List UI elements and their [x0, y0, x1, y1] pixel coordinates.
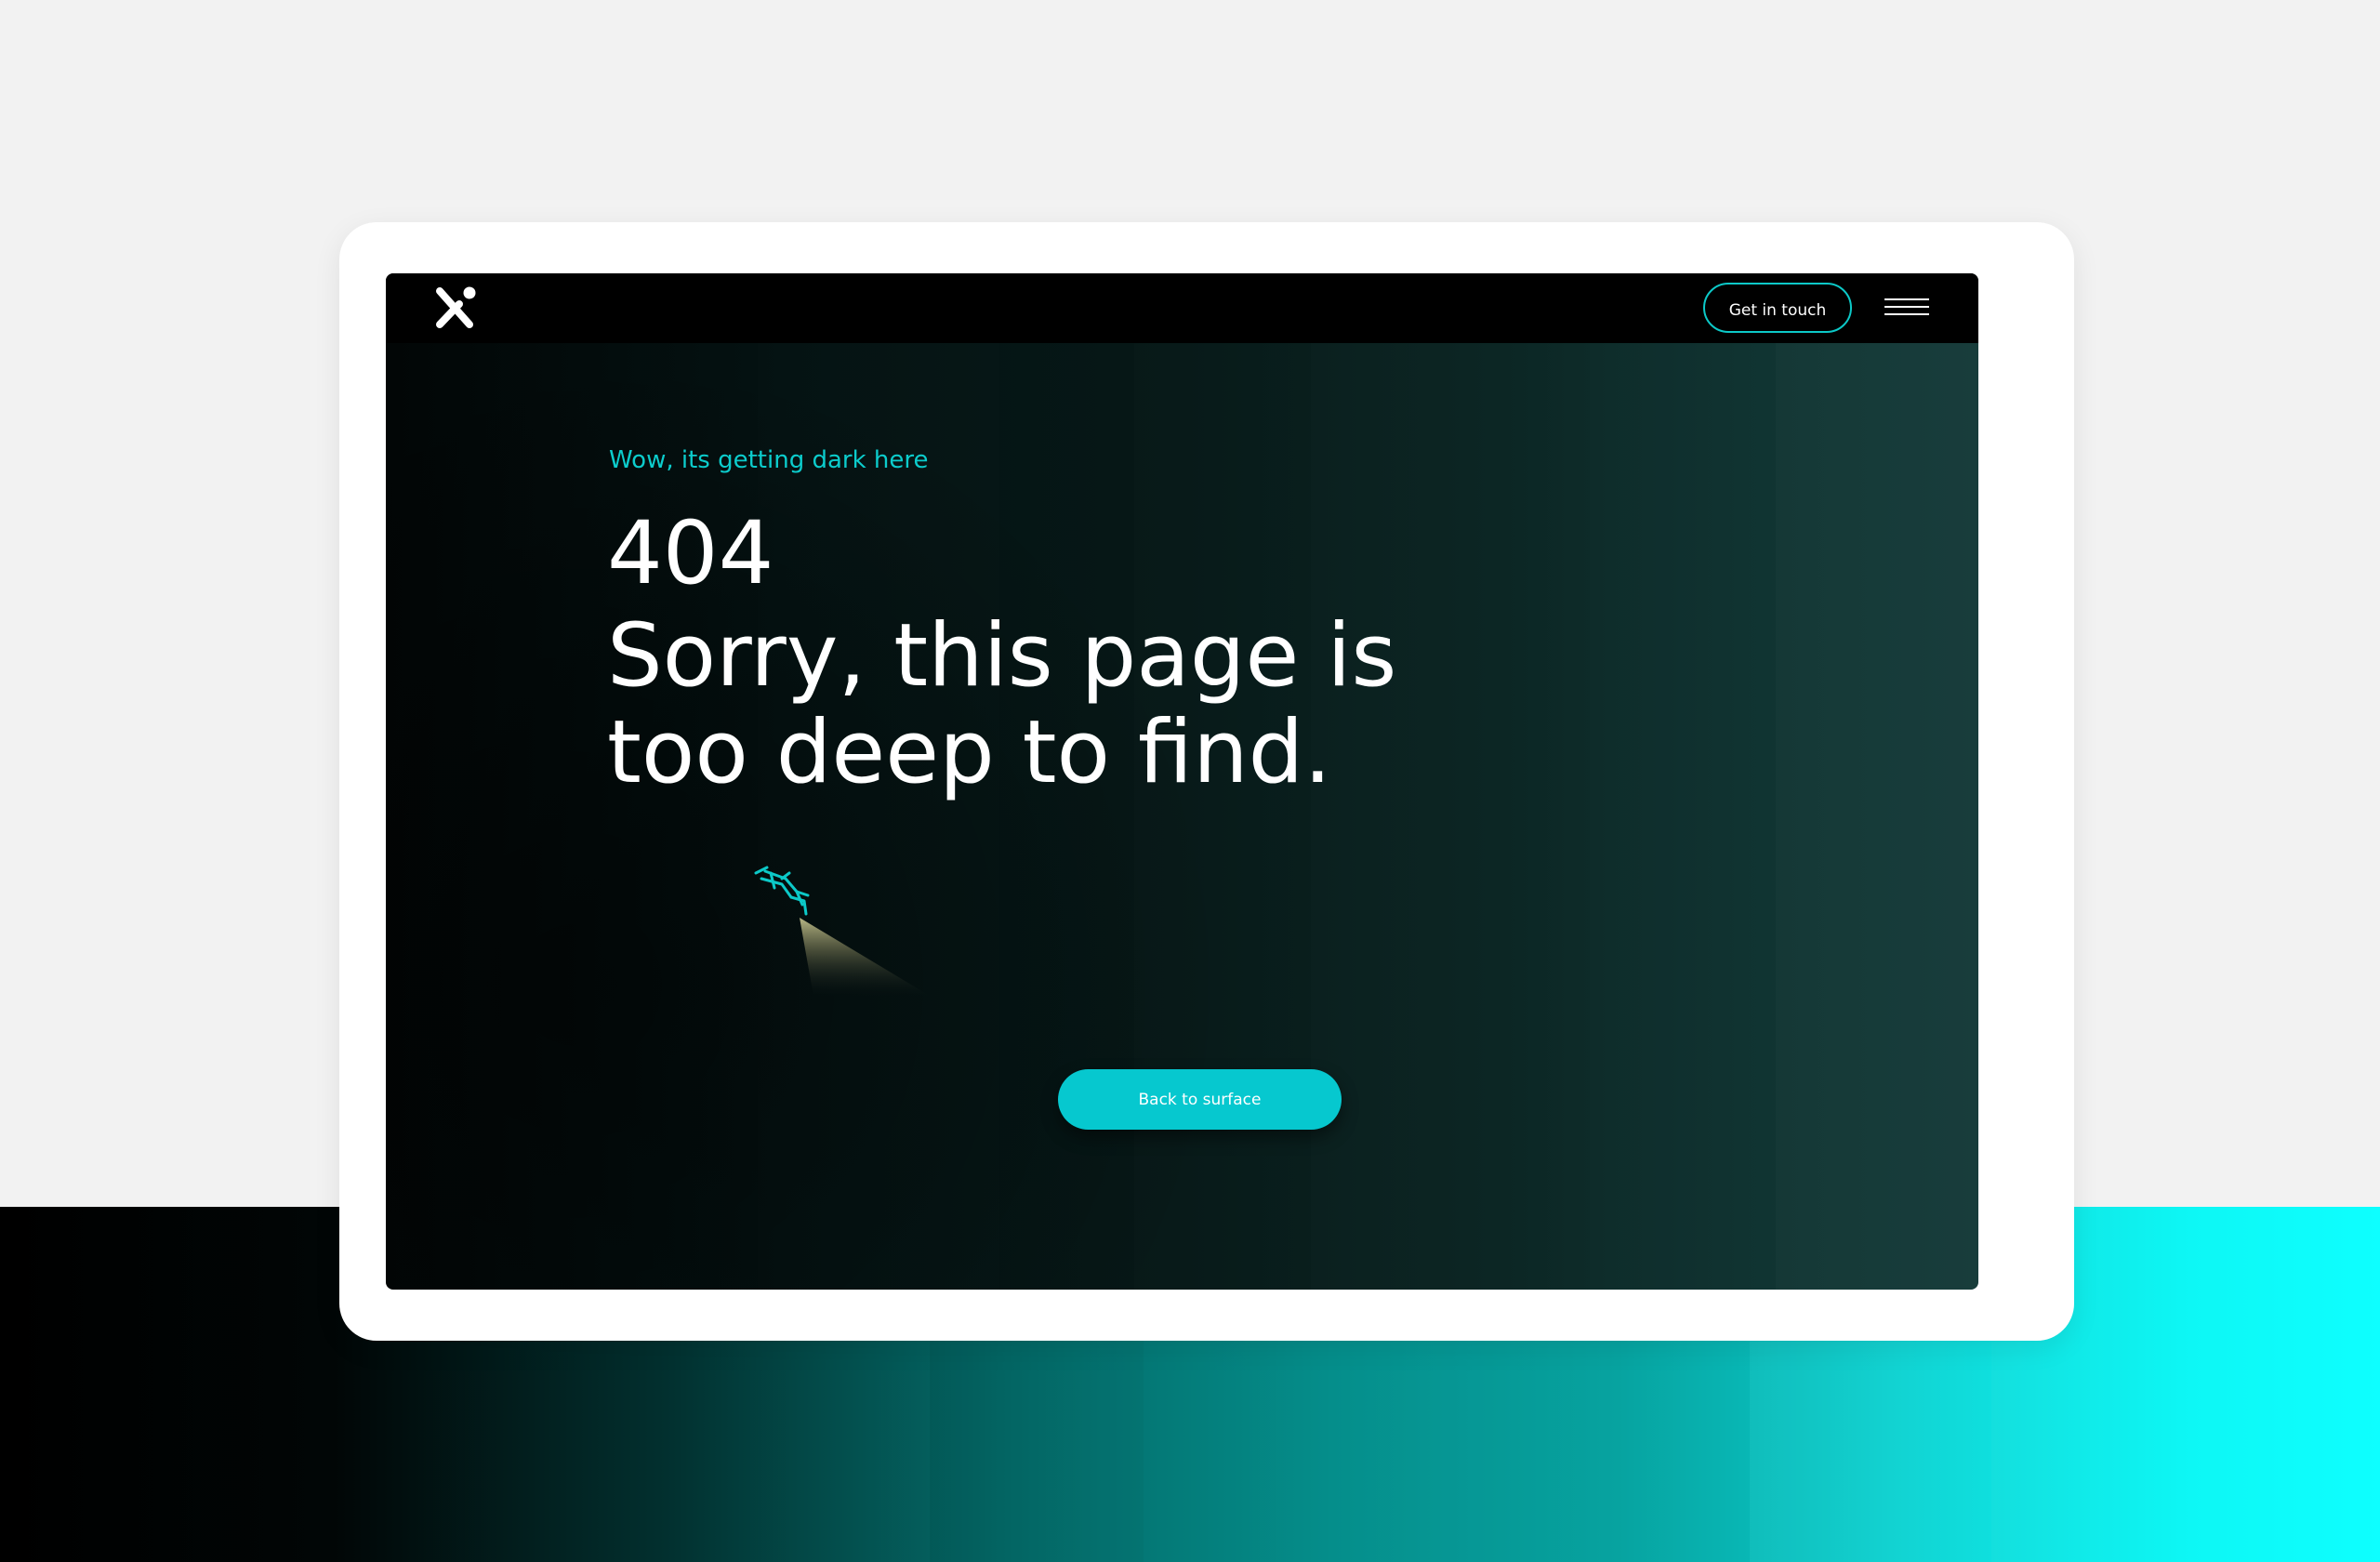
- screen-band: [758, 343, 999, 1290]
- top-navbar: Get in touch: [386, 273, 1978, 343]
- device-frame: Get in touch Wow, its getting dark here …: [339, 222, 2074, 1341]
- x-logo-icon[interactable]: [430, 284, 479, 332]
- menu-line: [1884, 306, 1929, 308]
- error-message: Sorry, this page is too deep to find.: [607, 605, 1397, 803]
- screen: Get in touch Wow, its getting dark here …: [386, 273, 1978, 1290]
- back-to-surface-button[interactable]: Back to surface: [1058, 1069, 1342, 1130]
- x-logo-icon: [436, 286, 476, 328]
- get-in-touch-button[interactable]: Get in touch: [1703, 283, 1852, 333]
- screen-band: [1311, 343, 1590, 1290]
- screen-band: [1590, 343, 1776, 1290]
- menu-line: [1884, 298, 1929, 300]
- screen-band: [1776, 343, 1978, 1290]
- flashlight-beam: [800, 918, 930, 996]
- presentation-scene: Get in touch Wow, its getting dark here …: [0, 0, 2380, 1562]
- menu-line: [1884, 313, 1929, 315]
- screen-band: [1134, 343, 1311, 1290]
- kicker-text: Wow, its getting dark here: [609, 446, 929, 474]
- scuba-diver-icon: [754, 866, 930, 996]
- error-code: 404: [607, 503, 774, 604]
- hamburger-menu-icon[interactable]: [1884, 295, 1931, 321]
